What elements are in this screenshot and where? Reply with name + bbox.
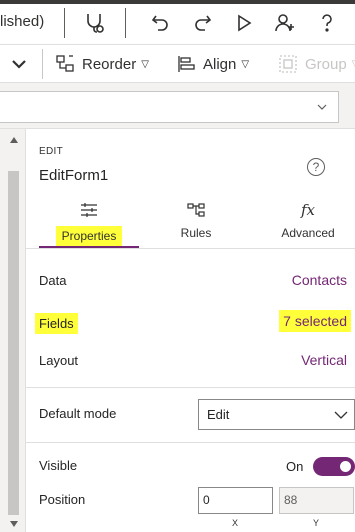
play-icon[interactable]: [230, 8, 258, 38]
section-divider: [26, 442, 355, 443]
position-x-caption: X: [232, 518, 239, 528]
position-x-input[interactable]: 0: [198, 487, 273, 514]
chevron-down-icon: [334, 411, 348, 419]
layout-value-link[interactable]: Vertical: [301, 352, 347, 368]
title-strip: [0, 0, 355, 4]
tab-properties[interactable]: Properties: [39, 199, 139, 249]
ribbon-expand-chevron-icon[interactable]: [10, 45, 28, 83]
tabs-divider: [26, 248, 355, 249]
chevron-down-icon: ▽: [141, 58, 149, 70]
top-command-bar: lished): [0, 0, 355, 45]
visible-toggle[interactable]: [313, 457, 355, 476]
control-name: EditForm1: [39, 167, 109, 184]
tab-advanced[interactable]: fx Advanced: [258, 199, 355, 249]
default-mode-label: Default mode: [39, 406, 117, 421]
share-user-icon[interactable]: [271, 8, 299, 38]
visible-state-text: On: [286, 459, 304, 474]
scrollbar-thumb[interactable]: [8, 171, 19, 515]
property-row-layout: Layout Vertical: [26, 342, 355, 382]
tree-view-pane: [0, 129, 26, 532]
help-icon[interactable]: [313, 8, 341, 38]
default-mode-dropdown[interactable]: Edit: [198, 399, 355, 430]
ribbon-divider: [42, 49, 43, 79]
group-icon: [279, 55, 297, 73]
fields-label: Fields: [35, 313, 78, 334]
property-row-data: Data Contacts: [26, 262, 355, 302]
align-label: Align: [203, 55, 237, 73]
data-label: Data: [39, 273, 67, 288]
scroll-up-arrow-icon[interactable]: [10, 137, 18, 143]
tab-properties-label: Properties: [55, 226, 123, 248]
position-y-input[interactable]: 88: [279, 487, 354, 514]
fields-selected-link[interactable]: 7 selected: [279, 310, 351, 332]
help-circle-icon[interactable]: ?: [307, 158, 325, 176]
scroll-down-arrow-icon[interactable]: [10, 521, 18, 527]
position-y-caption: Y: [313, 518, 320, 528]
undo-icon[interactable]: [146, 8, 174, 38]
data-source-link[interactable]: Contacts: [292, 272, 347, 288]
default-mode-value: Edit: [207, 407, 230, 422]
toggle-knob: [340, 461, 351, 472]
position-label: Position: [39, 492, 86, 507]
group-button[interactable]: Group ▽: [278, 45, 355, 83]
ribbon-toolbar: Reorder ▽ Align ▽ Group ▽: [0, 45, 355, 83]
reorder-label: Reorder: [82, 55, 137, 73]
save-status-text: lished): [0, 13, 45, 30]
align-icon: [178, 56, 195, 72]
rules-icon: [146, 199, 246, 221]
layout-label: Layout: [39, 353, 79, 368]
redo-icon[interactable]: [189, 8, 217, 38]
chevron-down-icon: ▽: [241, 58, 250, 70]
formula-input[interactable]: [0, 91, 339, 123]
fx-icon: fx: [300, 201, 315, 219]
formula-bar: [0, 83, 355, 129]
properties-panel: EDIT EditForm1 ? Properties Rules fx Adv…: [26, 129, 355, 532]
app-checker-icon[interactable]: [80, 8, 108, 38]
property-row-fields: Fields 7 selected: [26, 302, 355, 342]
visible-label: Visible: [39, 458, 78, 473]
tab-rules[interactable]: Rules: [146, 199, 246, 249]
reorder-button[interactable]: Reorder ▽: [55, 45, 149, 83]
sliders-icon: [39, 199, 139, 221]
align-button[interactable]: Align ▽: [176, 45, 249, 83]
chevron-down-icon[interactable]: [316, 101, 328, 113]
toolbar-divider: [64, 8, 65, 38]
tab-advanced-label: Advanced: [281, 226, 335, 240]
group-label: Group: [305, 55, 347, 73]
tab-rules-label: Rules: [180, 226, 212, 240]
section-divider: [26, 387, 355, 388]
reorder-icon: [56, 55, 74, 72]
panel-caption: EDIT: [39, 146, 63, 157]
toolbar-divider: [125, 8, 126, 38]
